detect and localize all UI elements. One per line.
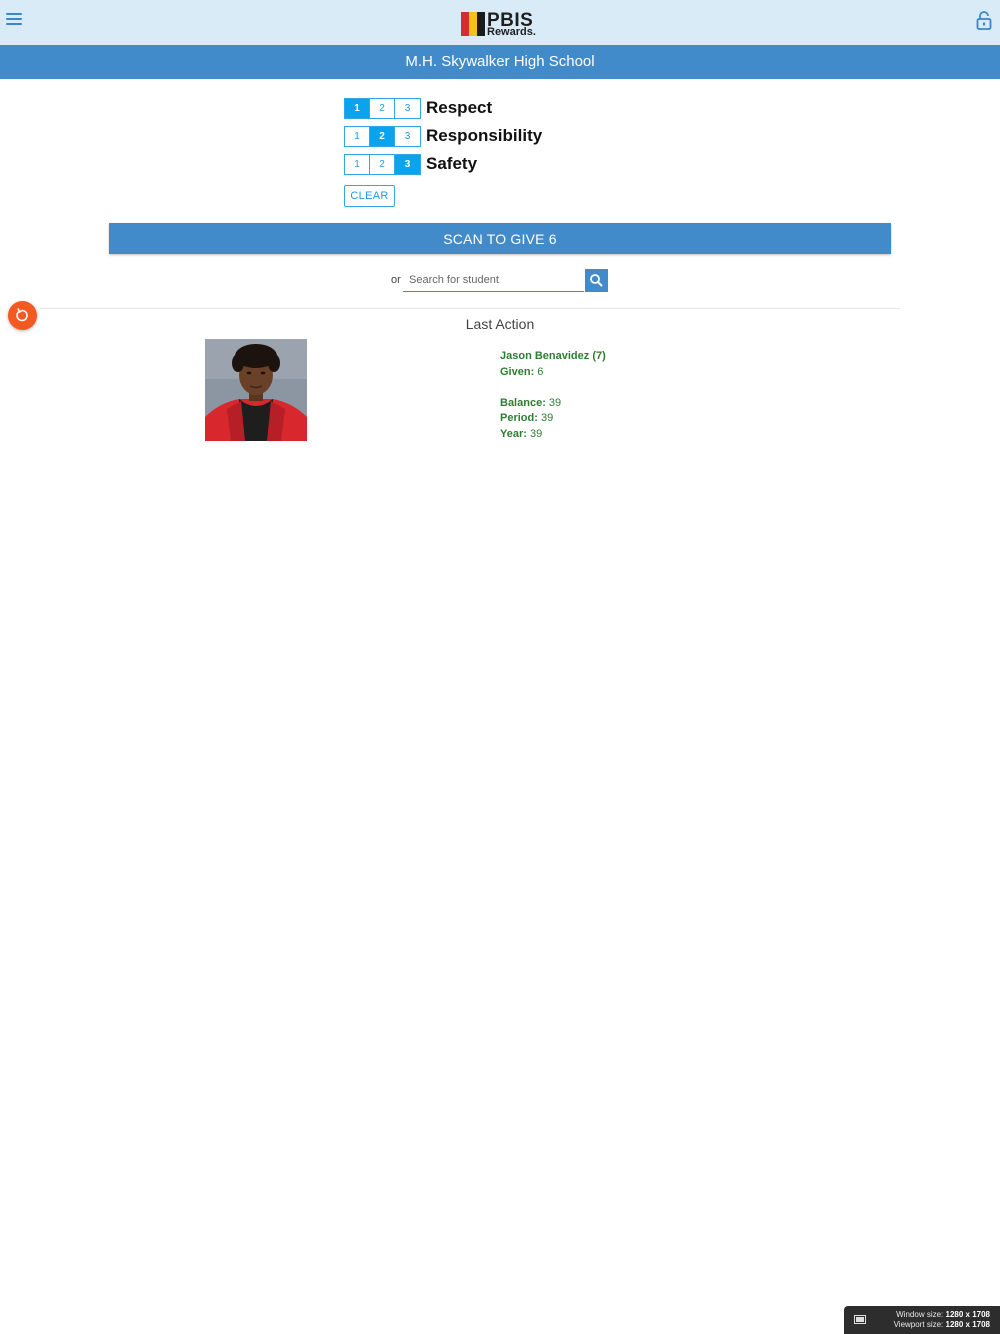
behavior-row-safety: 1 2 3 Safety [344,150,542,178]
year-row: Year: 39 [500,427,606,443]
behavior-row-respect: 1 2 3 Respect [344,94,542,122]
viewport-size-value: 1280 x 1708 [945,1320,991,1329]
clear-button[interactable]: CLEAR [344,185,395,207]
respect-point-1-button[interactable]: 1 [345,98,370,118]
responsibility-point-selector: 1 2 3 [344,125,421,147]
period-row: Period: 39 [500,411,606,427]
viewport-size-label: Viewport size: [893,1320,944,1329]
monitor-icon [854,1315,866,1324]
balance-row: Balance: 39 [500,396,606,412]
section-divider [40,308,900,309]
top-bar: PBIS Rewards. [0,0,1000,45]
student-name: Jason Benavidez (7) [500,350,606,362]
balance-label: Balance: [500,396,546,409]
respect-label: Respect [426,98,493,117]
respect-point-3-button[interactable]: 3 [395,98,420,118]
window-size-value: 1280 x 1708 [945,1310,991,1319]
student-search-input[interactable] [403,268,584,292]
safety-point-1-button[interactable]: 1 [345,154,370,174]
year-value: 39 [529,427,543,440]
safety-point-2-button[interactable]: 2 [370,154,395,174]
window-size-row: Window size: 1280 x 1708 [896,1310,990,1319]
scan-to-give-button[interactable]: SCAN TO GIVE 6 [109,223,891,254]
responsibility-point-1-button[interactable]: 1 [345,126,370,146]
behavior-list: 1 2 3 Respect 1 2 3 Responsibility 1 2 3… [344,94,542,178]
search-icon [590,274,603,287]
last-action-title: Last Action [465,316,535,332]
year-label: Year: [500,427,527,440]
viewport-size-row: Viewport size: 1280 x 1708 [894,1320,990,1329]
period-label: Period: [500,412,538,424]
responsibility-point-3-button[interactable]: 3 [395,126,420,146]
last-action-details: Jason Benavidez (7) Given: 6 Balance: 39… [500,349,606,442]
respect-point-2-button[interactable]: 2 [370,98,395,118]
given-label: Given: [500,365,535,378]
window-size-badge: Window size: 1280 x 1708 Viewport size: … [844,1306,1000,1334]
hamburger-menu-icon[interactable] [6,11,24,27]
balance-value: 39 [548,396,562,409]
responsibility-label: Responsibility [426,126,543,145]
logo-bars-icon [461,12,485,36]
safety-point-selector: 1 2 3 [344,153,421,175]
window-size-label: Window size: [896,1310,944,1319]
pbis-rewards-logo: PBIS Rewards. [461,10,541,38]
safety-label: Safety [426,154,478,173]
given-row: Given: 6 [500,365,606,381]
search-button[interactable] [585,269,608,292]
responsibility-point-2-button[interactable]: 2 [370,126,395,146]
period-value: 39 [540,412,554,424]
search-or-label: or [391,274,401,286]
student-photo [205,339,307,441]
behavior-row-responsibility: 1 2 3 Responsibility [344,122,542,150]
given-value: 6 [537,365,544,378]
lock-icon[interactable] [976,10,992,30]
school-name-bar: M.H. Skywalker High School [0,45,1000,79]
respect-point-selector: 1 2 3 [344,97,421,119]
safety-point-3-button[interactable]: 3 [395,154,420,174]
logo-sub-text: Rewards. [487,26,536,38]
